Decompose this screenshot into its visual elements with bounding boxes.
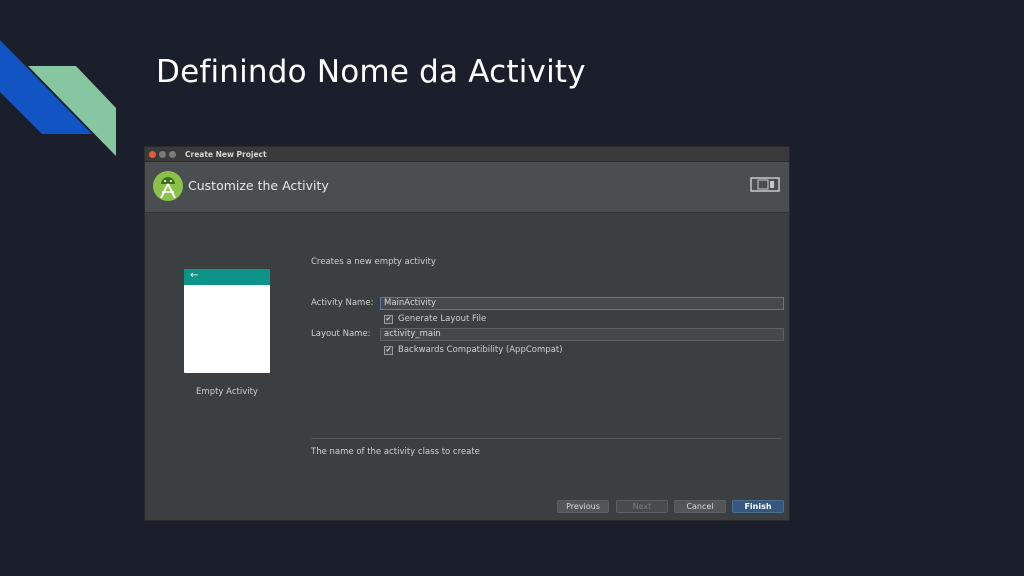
activity-description: Creates a new empty activity	[311, 257, 436, 267]
backwards-compat-checkbox-row[interactable]: ✔ Backwards Compatibility (AppCompat)	[384, 345, 563, 355]
dialog-title: Create New Project	[185, 149, 267, 159]
preview-app-bar: ←	[184, 269, 270, 285]
layout-name-label: Layout Name:	[311, 329, 371, 339]
generate-layout-checkbox[interactable]: ✔	[384, 314, 393, 324]
window-close-button[interactable]	[149, 150, 156, 158]
next-button[interactable]: Next	[616, 500, 668, 513]
backwards-compat-label: Backwards Compatibility (AppCompat)	[398, 345, 563, 355]
previous-button[interactable]: Previous	[557, 500, 609, 513]
finish-button[interactable]: Finish	[732, 500, 784, 513]
device-preview-icon[interactable]	[750, 177, 780, 193]
activity-name-label: Activity Name:	[311, 298, 374, 308]
create-project-dialog: Create New Project Customize the Activit…	[144, 146, 790, 521]
header-title: Customize the Activity	[188, 178, 329, 193]
activity-preview-thumbnail: ←	[184, 269, 270, 373]
window-maximize-button[interactable]	[169, 150, 176, 158]
field-hint: The name of the activity class to create	[311, 447, 480, 457]
dialog-titlebar: Create New Project	[145, 147, 789, 162]
generate-layout-checkbox-row[interactable]: ✔ Generate Layout File	[384, 314, 486, 324]
dialog-divider	[311, 438, 782, 439]
generate-layout-label: Generate Layout File	[398, 314, 487, 324]
android-studio-logo-icon	[153, 171, 183, 201]
dialog-header: Customize the Activity	[145, 162, 789, 213]
corner-decoration	[0, 40, 116, 156]
window-minimize-button[interactable]	[159, 150, 166, 158]
preview-label: Empty Activity	[196, 387, 258, 397]
back-arrow-icon: ←	[190, 270, 199, 281]
slide-title: Definindo Nome da Activity	[156, 54, 586, 90]
activity-name-input[interactable]: MainActivity	[380, 297, 784, 310]
backwards-compat-checkbox[interactable]: ✔	[384, 345, 393, 355]
layout-name-input[interactable]: activity_main	[380, 328, 784, 341]
cancel-button[interactable]: Cancel	[674, 500, 726, 513]
